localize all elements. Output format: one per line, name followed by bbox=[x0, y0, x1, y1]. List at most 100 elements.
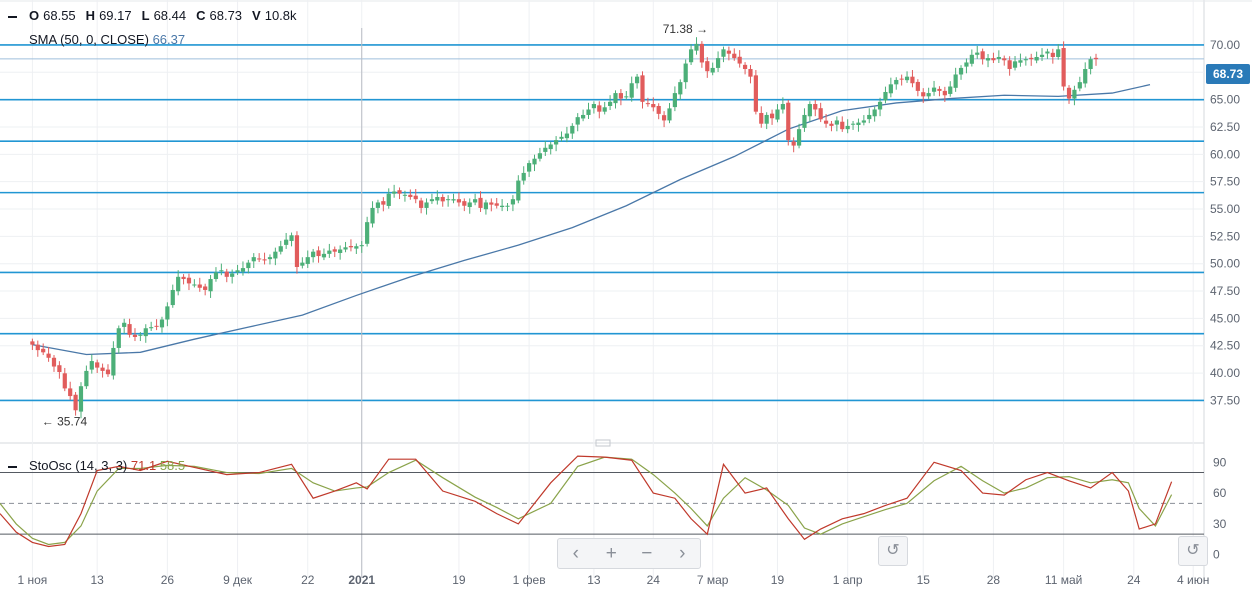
price-chart[interactable]: 71.38 →← 35.74 70.0067.5065.0062.5060.00… bbox=[0, 0, 1252, 598]
candle-body bbox=[149, 327, 153, 328]
candle-body bbox=[889, 84, 893, 93]
candle-body bbox=[619, 93, 623, 98]
candle-body bbox=[408, 195, 412, 197]
stoch-legend[interactable]: StoOsc (14, 3, 3) 71.1 58.5 bbox=[8, 458, 185, 473]
candle-body bbox=[981, 51, 985, 59]
high-annotation-label: 71.38 → bbox=[663, 22, 708, 36]
candle-body bbox=[203, 286, 207, 290]
sma-legend[interactable]: SMA (50, 0, CLOSE) 66.37 bbox=[29, 32, 185, 47]
candle-body bbox=[165, 306, 169, 319]
candle-body bbox=[1089, 59, 1093, 69]
candle-body bbox=[505, 206, 509, 207]
candle-body bbox=[802, 115, 806, 128]
scroll-forward-button[interactable]: › bbox=[665, 539, 701, 568]
candle-body bbox=[397, 190, 401, 194]
candle-body bbox=[586, 109, 590, 114]
candle-body bbox=[581, 115, 585, 119]
candle-body bbox=[230, 274, 234, 277]
candle-body bbox=[543, 148, 547, 152]
grid bbox=[0, 0, 1252, 578]
candle-body bbox=[910, 77, 914, 84]
candle-body bbox=[127, 324, 131, 335]
reset-chart-button[interactable]: ↺ bbox=[878, 536, 908, 566]
stoch-tick-label: 60 bbox=[1213, 486, 1227, 500]
scroll-back-button[interactable]: ‹ bbox=[558, 539, 594, 568]
candle-body bbox=[786, 103, 790, 140]
candle-body bbox=[900, 79, 904, 80]
candle-body bbox=[1067, 88, 1071, 99]
candle-body bbox=[905, 77, 909, 81]
candle-body bbox=[748, 69, 752, 77]
ohlcv-legend: O68.55H69.17L68.44C68.73V10.8k bbox=[8, 8, 307, 23]
price-tick-label: 45.00 bbox=[1210, 311, 1240, 325]
zoom-out-button[interactable]: − bbox=[629, 539, 665, 568]
candle-body bbox=[662, 115, 666, 120]
high-value: 69.17 bbox=[99, 8, 132, 23]
candle-body bbox=[1094, 58, 1098, 59]
candle-body bbox=[403, 195, 407, 196]
last-price-tag: 68.73 bbox=[1206, 64, 1250, 84]
close-value: 68.73 bbox=[210, 8, 243, 23]
zoom-in-button[interactable]: + bbox=[594, 539, 630, 568]
candle-body bbox=[635, 77, 639, 84]
collapse-dash-icon[interactable] bbox=[8, 466, 17, 468]
candle-body bbox=[538, 153, 542, 158]
candle-body bbox=[457, 199, 461, 202]
time-tick-label: 9 дек bbox=[223, 573, 253, 587]
candle-body bbox=[576, 117, 580, 124]
candle-body bbox=[694, 44, 698, 51]
time-tick-label: 2021 bbox=[348, 573, 375, 587]
candles bbox=[30, 37, 1098, 418]
candle-body bbox=[268, 257, 272, 259]
candle-body bbox=[862, 120, 866, 122]
candle-body bbox=[100, 368, 104, 371]
candle-body bbox=[964, 62, 968, 66]
candle-body bbox=[608, 102, 612, 106]
candle-body bbox=[41, 349, 45, 353]
candle-body bbox=[765, 115, 769, 124]
time-tick-label: 24 bbox=[647, 573, 661, 587]
time-tick-label: 15 bbox=[917, 573, 931, 587]
candle-body bbox=[711, 68, 715, 73]
candle-body bbox=[106, 370, 110, 375]
price-tick-label: 62.50 bbox=[1210, 120, 1240, 134]
candle-body bbox=[376, 202, 380, 207]
low-value: 68.44 bbox=[154, 8, 187, 23]
volume-label: V bbox=[252, 8, 261, 23]
candle-body bbox=[867, 115, 871, 119]
candle-body bbox=[257, 258, 261, 259]
candle-body bbox=[894, 80, 898, 84]
candle-body bbox=[559, 137, 563, 139]
candle-body bbox=[365, 222, 369, 244]
candle-body bbox=[835, 120, 839, 124]
candle-body bbox=[327, 251, 331, 254]
candle-body bbox=[959, 68, 963, 75]
time-tick-label: 1 апр bbox=[833, 573, 863, 587]
candle-body bbox=[381, 201, 385, 205]
chart-navigation: ‹ + − › bbox=[557, 538, 701, 569]
candle-body bbox=[883, 92, 887, 101]
horizontal-levels bbox=[0, 45, 1204, 400]
candle-body bbox=[824, 121, 828, 124]
time-tick-label: 4 июн bbox=[1177, 573, 1209, 587]
candle-body bbox=[451, 199, 455, 200]
candle-body bbox=[613, 93, 617, 103]
candle-body bbox=[284, 240, 288, 245]
collapse-dash-icon[interactable] bbox=[8, 16, 17, 18]
price-tick-label: 65.00 bbox=[1210, 93, 1240, 107]
candle-body bbox=[657, 106, 661, 114]
reset-scale-button[interactable]: ↺ bbox=[1178, 536, 1208, 566]
candle-body bbox=[991, 58, 995, 60]
candle-body bbox=[295, 235, 299, 267]
candle-body bbox=[646, 103, 650, 104]
candle-body bbox=[684, 64, 688, 83]
candle-body bbox=[52, 358, 56, 367]
candle-body bbox=[759, 113, 763, 124]
candle-body bbox=[651, 104, 655, 107]
price-tick-label: 40.00 bbox=[1210, 366, 1240, 380]
candle-body bbox=[1018, 60, 1022, 62]
volume-value: 10.8k bbox=[265, 8, 297, 23]
candle-body bbox=[262, 259, 266, 260]
time-tick-label: 26 bbox=[161, 573, 175, 587]
candle-body bbox=[937, 89, 941, 91]
